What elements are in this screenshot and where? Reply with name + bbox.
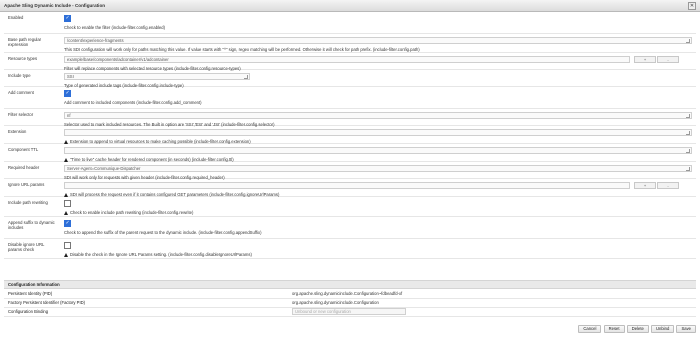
text-input[interactable]: SSI xyxy=(64,73,250,80)
field-description-text: Check to enable include path rewriting (… xyxy=(70,210,194,215)
field-control: + - SDI will process the request even if i… xyxy=(64,182,692,197)
pid-label: Persistent Identity (PID) xyxy=(8,291,53,296)
text-input[interactable] xyxy=(64,147,692,154)
delete-button[interactable]: Delete xyxy=(626,325,649,333)
field-control: Check to enable the filter (include-filt… xyxy=(64,15,692,30)
dialog-title: Apache Sling Dynamic Include - Configura… xyxy=(4,3,106,8)
resize-handle-icon[interactable] xyxy=(244,75,248,79)
checkbox[interactable] xyxy=(64,200,71,207)
field-description-text: Disable the check in the Ignore URL Para… xyxy=(70,252,252,257)
field-row: Enabled Check to enable the filter (inclu… xyxy=(4,12,696,34)
close-icon[interactable]: ✕ xyxy=(688,2,696,10)
field-label: Ignore URL params xyxy=(8,182,45,187)
field-description-text: Add comment to included components (incl… xyxy=(64,100,202,105)
field-row: Include type SSI Type of generated include… xyxy=(4,70,696,88)
field-label: Disable ignore URL params check xyxy=(8,242,45,252)
field-description-text: Check to enable the filter (include-filt… xyxy=(64,25,166,30)
config-form: Enabled Check to enable the filter (inclu… xyxy=(4,12,696,259)
field-control: nf Selector used to mark included resourc… xyxy=(64,112,692,127)
field-label: Add comment xyxy=(8,90,34,95)
field-control: "Time to live" cache header for rendered… xyxy=(64,147,692,162)
factory-pid-label: Factory Persistent Identifier (Factory P… xyxy=(8,300,86,305)
field-label: Filter selector xyxy=(8,112,34,117)
field-control: Check to append the suffix of the parent… xyxy=(64,220,692,235)
field-row: Include path rewriting Check to enable in… xyxy=(4,197,696,217)
field-row: Disable ignore URL params check Disable t… xyxy=(4,239,696,259)
field-description: Check to enable the filter (include-filt… xyxy=(64,25,692,30)
checkbox[interactable] xyxy=(64,90,71,97)
field-label: Resource types xyxy=(8,56,38,61)
binding-row: Configuration Binding Unbound or new con… xyxy=(4,307,696,317)
field-control: Server-Agent=Communique-Dispatcher SDI wi… xyxy=(64,165,692,180)
field-row: Resource types example/base/components/ad… xyxy=(4,53,696,71)
field-control: Extension to append to virtual resources… xyxy=(64,129,692,144)
warning-icon xyxy=(64,157,68,162)
text-input[interactable]: /content/experience-fragments xyxy=(64,37,692,44)
field-label: Include path rewriting xyxy=(8,200,48,205)
resize-handle-icon[interactable] xyxy=(686,149,690,153)
field-label: Include type xyxy=(8,73,31,78)
field-description: Check to append the suffix of the parent… xyxy=(64,230,692,235)
text-input[interactable]: nf xyxy=(64,112,692,119)
dialog-titlebar: Apache Sling Dynamic Include - Configura… xyxy=(0,0,700,12)
warning-icon xyxy=(64,192,68,197)
warning-icon xyxy=(64,252,68,257)
field-control: SSI Type of generated include tags (inclu… xyxy=(64,73,692,88)
field-control: example/base/components/adcontainer/v1/a… xyxy=(64,56,692,71)
field-description: Check to enable include path rewriting (… xyxy=(64,210,692,215)
field-control: /content/experience-fragments This SDI co… xyxy=(64,37,692,52)
field-row: Ignore URL params + - SDI will process the … xyxy=(4,179,696,197)
text-input[interactable] xyxy=(64,129,692,136)
binding-label: Configuration Binding xyxy=(8,309,49,314)
binding-input[interactable]: Unbound or new configuration xyxy=(292,308,406,315)
resize-handle-icon[interactable] xyxy=(686,39,690,43)
field-row: Base path regular expression/content/exp… xyxy=(4,34,696,53)
field-description-text: This SDI configuration will work only fo… xyxy=(64,47,420,52)
field-label: Required header xyxy=(8,165,40,170)
text-input[interactable]: Server-Agent=Communique-Dispatcher xyxy=(64,165,692,172)
field-row: Extension Extension to append to virtual … xyxy=(4,126,696,144)
field-description: This SDI configuration will work only fo… xyxy=(64,47,692,52)
unbind-button[interactable]: Unbind xyxy=(651,325,675,333)
text-input[interactable] xyxy=(64,182,630,189)
field-row: Filter selector nf Selector used to mark i… xyxy=(4,109,696,127)
field-label: Component TTL xyxy=(8,147,39,152)
cancel-button[interactable]: Cancel xyxy=(578,325,602,333)
resize-handle-icon[interactable] xyxy=(686,167,690,171)
field-row: Append suffix to dynamic includes Check t… xyxy=(4,217,696,239)
checkbox[interactable] xyxy=(64,15,71,22)
field-description-text: Check to append the suffix of the parent… xyxy=(64,230,262,235)
config-info-heading: Configuration Information xyxy=(4,280,696,289)
reset-button[interactable]: Reset xyxy=(603,325,625,333)
add-remove-controls: + - xyxy=(633,56,679,63)
pid-value: org.apache.sling.dynamicinclude.Configur… xyxy=(292,291,403,296)
field-description: Add comment to included components (incl… xyxy=(64,100,692,105)
factory-pid-value: org.apache.sling.dynamicinclude.Configur… xyxy=(292,300,379,305)
field-row: Add comment Add comment to included compo… xyxy=(4,87,696,109)
add-value-button[interactable]: + xyxy=(634,56,656,63)
remove-value-button[interactable]: - xyxy=(657,182,679,189)
save-button[interactable]: Save xyxy=(676,325,696,333)
checkbox[interactable] xyxy=(64,242,71,249)
field-label: Append suffix to dynamic includes xyxy=(8,220,55,230)
field-control: Add comment to included components (incl… xyxy=(64,90,692,105)
add-remove-controls: + - xyxy=(633,182,679,189)
warning-icon xyxy=(64,139,68,144)
resize-handle-icon[interactable] xyxy=(686,114,690,118)
field-row: Required header Server-Agent=Communique-D… xyxy=(4,162,696,180)
field-label: Extension xyxy=(8,129,27,134)
field-label: Enabled xyxy=(8,15,24,20)
remove-value-button[interactable]: - xyxy=(657,56,679,63)
field-control: Check to enable include path rewriting (… xyxy=(64,200,692,215)
text-input[interactable]: example/base/components/adcontainer/v1/a… xyxy=(64,56,630,63)
add-value-button[interactable]: + xyxy=(634,182,656,189)
field-description: Disable the check in the Ignore URL Para… xyxy=(64,252,692,257)
warning-icon xyxy=(64,210,68,215)
dialog-buttons: Cancel Reset Delete Unbind Save xyxy=(577,325,696,333)
field-control: Disable the check in the Ignore URL Para… xyxy=(64,242,692,257)
checkbox[interactable] xyxy=(64,220,71,227)
field-label: Base path regular expression xyxy=(8,37,42,47)
field-row: Component TTL "Time to live" cache header… xyxy=(4,144,696,162)
resize-handle-icon[interactable] xyxy=(686,131,690,135)
